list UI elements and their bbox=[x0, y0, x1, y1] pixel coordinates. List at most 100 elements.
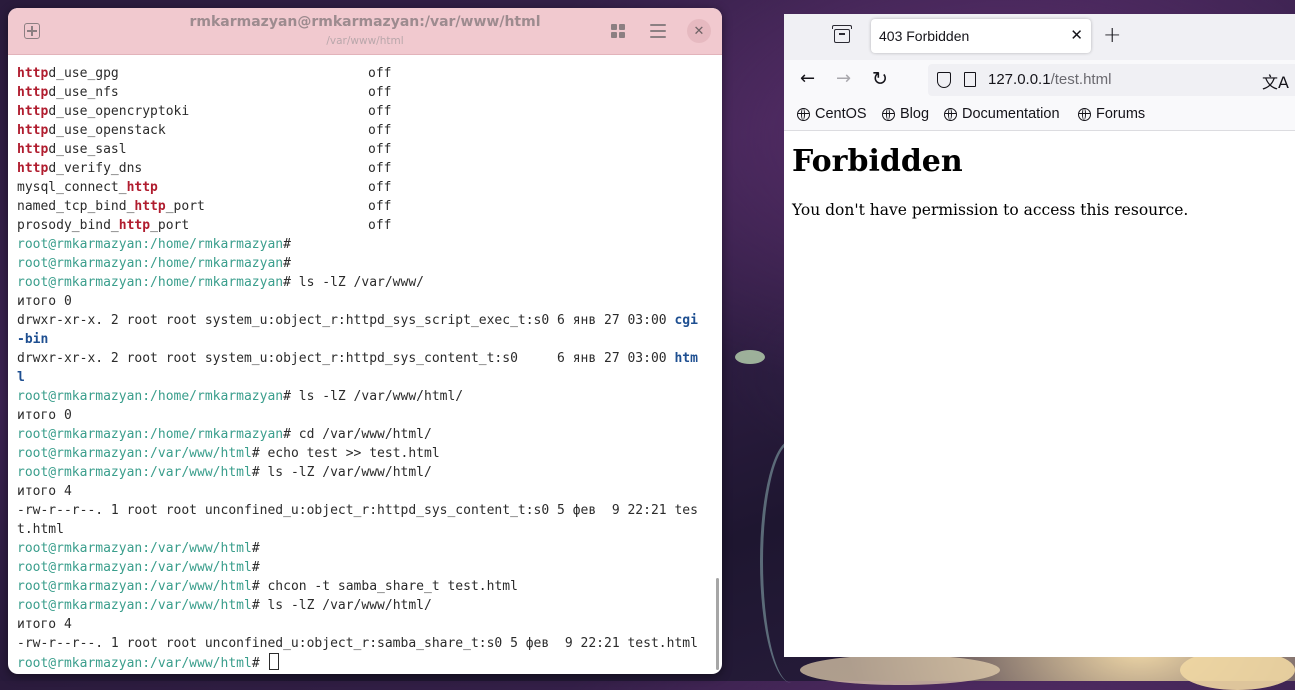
new-tab-plus-icon[interactable]: + bbox=[1103, 23, 1121, 49]
url-text[interactable]: 127.0.0.1/test.html bbox=[988, 71, 1111, 88]
shell-prompt: root@rmkarmazyan:/var/www/html bbox=[17, 560, 252, 575]
terminal-line: t.html bbox=[17, 520, 712, 539]
terminal-line: drwxr-xr-x. 2 root root system_u:object_… bbox=[17, 311, 712, 330]
globe-icon bbox=[1078, 107, 1091, 121]
terminal-text: # echo test >> test.html bbox=[251, 446, 440, 461]
shell-prompt: root@rmkarmazyan:/home/rmkarmazyan bbox=[17, 389, 284, 404]
close-icon[interactable]: ✕ bbox=[687, 19, 711, 43]
terminal-line: root@rmkarmazyan:/var/www/html# ls -lZ /… bbox=[17, 463, 712, 482]
navigation-bar: ← → ↻ 127.0.0.1/test.html 文A bbox=[784, 60, 1295, 100]
terminal-line: root@rmkarmazyan:/var/www/html# echo tes… bbox=[17, 444, 712, 463]
terminal-line: mysql_connect_http off bbox=[17, 178, 712, 197]
browser-window[interactable]: 403 Forbidden ✕ + ← → ↻ 127.0.0.1/test.h… bbox=[784, 14, 1295, 657]
terminal-text: # ls -lZ /var/www/ bbox=[283, 275, 424, 290]
terminal-text: d_use_nfs bbox=[48, 85, 119, 100]
bookmark-documentation[interactable]: Documentation bbox=[944, 106, 1060, 122]
terminal-header[interactable]: rmkarmazyan@rmkarmazyan:/var/www/html /v… bbox=[8, 8, 722, 55]
boolean-state: off bbox=[368, 123, 392, 138]
back-arrow-icon[interactable]: ← bbox=[800, 68, 815, 90]
terminal-text: d_use_openstack bbox=[48, 123, 166, 138]
boolean-state: off bbox=[368, 161, 392, 176]
bookmark-blog[interactable]: Blog bbox=[882, 106, 929, 122]
terminal-line: httpd_use_nfs off bbox=[17, 83, 712, 102]
translate-icon[interactable]: 文A bbox=[1262, 69, 1289, 93]
shield-icon[interactable] bbox=[937, 72, 951, 88]
terminal-text: итого 4 bbox=[17, 484, 72, 499]
terminal-text: http bbox=[118, 218, 151, 233]
terminal-text: drwxr-xr-x. 2 root root system_u:object_… bbox=[17, 351, 675, 366]
terminal-text: -rw-r--r--. 1 root root unconfined_u:obj… bbox=[17, 636, 698, 651]
reload-icon[interactable]: ↻ bbox=[872, 68, 888, 90]
tab-close-icon[interactable]: ✕ bbox=[1070, 26, 1083, 44]
terminal-text: d_use_sasl bbox=[48, 142, 127, 157]
terminal-text: http bbox=[126, 180, 158, 195]
globe-icon bbox=[944, 107, 957, 121]
tab-active[interactable]: 403 Forbidden ✕ bbox=[871, 19, 1091, 53]
tab-bar: 403 Forbidden ✕ + bbox=[784, 14, 1295, 60]
boolean-state: off bbox=[368, 180, 392, 195]
boolean-state: off bbox=[368, 218, 392, 233]
terminal-line: l bbox=[17, 368, 712, 387]
page-info-icon[interactable] bbox=[964, 72, 976, 87]
overview-grid-icon[interactable] bbox=[606, 19, 630, 43]
terminal-text: # bbox=[283, 256, 291, 271]
terminal-text: http bbox=[17, 85, 49, 100]
bookmark-forums[interactable]: Forums bbox=[1078, 106, 1145, 122]
shell-prompt: root@rmkarmazyan:/var/www/html bbox=[17, 541, 252, 556]
page-message: You don't have permission to access this… bbox=[792, 201, 1189, 219]
terminal-text: # ls -lZ /var/www/html/ bbox=[251, 465, 432, 480]
terminal-output[interactable]: httpd_use_gpg off httpd_use_nfs off httpd_us… bbox=[17, 64, 712, 674]
hamburger-menu-icon[interactable] bbox=[646, 19, 670, 43]
terminal-text: d_verify_dns bbox=[48, 161, 143, 176]
terminal-line: итого 0 bbox=[17, 406, 712, 425]
terminal-text: http bbox=[17, 142, 49, 157]
terminal-line: root@rmkarmazyan:/var/www/html# bbox=[17, 558, 712, 577]
url-bar[interactable]: 127.0.0.1/test.html 文A bbox=[928, 64, 1295, 96]
globe-icon bbox=[797, 107, 810, 121]
terminal-line: drwxr-xr-x. 2 root root system_u:object_… bbox=[17, 349, 712, 368]
terminal-text: # cd /var/www/html/ bbox=[283, 427, 432, 442]
terminal-window[interactable]: rmkarmazyan@rmkarmazyan:/var/www/html /v… bbox=[8, 8, 722, 674]
terminal-text: _port bbox=[165, 199, 205, 214]
shell-prompt: root@rmkarmazyan:/var/www/html bbox=[17, 465, 252, 480]
terminal-text: t.html bbox=[17, 522, 64, 537]
shell-prompt: root@rmkarmazyan:/var/www/html bbox=[17, 579, 252, 594]
terminal-text: _port bbox=[150, 218, 190, 233]
terminal-line: итого 4 bbox=[17, 615, 712, 634]
bookmark-centos[interactable]: CentOS bbox=[797, 106, 867, 122]
terminal-line: -bin bbox=[17, 330, 712, 349]
terminal-line: итого 0 bbox=[17, 292, 712, 311]
terminal-line: root@rmkarmazyan:/var/www/html# bbox=[17, 653, 712, 672]
terminal-cursor bbox=[269, 653, 280, 670]
page-content: Forbidden You don't have permission to a… bbox=[792, 130, 1295, 657]
forward-arrow-icon[interactable]: → bbox=[836, 68, 851, 90]
terminal-text: # ls -lZ /var/www/html/ bbox=[251, 598, 432, 613]
terminal-text: # bbox=[251, 560, 260, 575]
terminal-text: -rw-r--r--. 1 root root unconfined_u:obj… bbox=[17, 503, 698, 518]
terminal-line: root@rmkarmazyan:/var/www/html# chcon -t… bbox=[17, 577, 712, 596]
shell-prompt: root@rmkarmazyan:/var/www/html bbox=[17, 598, 252, 613]
terminal-line: root@rmkarmazyan:/var/www/html# ls -lZ /… bbox=[17, 596, 712, 615]
firefox-view-icon[interactable] bbox=[832, 25, 852, 45]
terminal-line: httpd_verify_dns off bbox=[17, 159, 712, 178]
terminal-line: named_tcp_bind_http_port off bbox=[17, 197, 712, 216]
terminal-text: d_use_opencryptoki bbox=[48, 104, 190, 119]
shell-prompt: root@rmkarmazyan:/home/rmkarmazyan bbox=[17, 256, 284, 271]
terminal-line: root@rmkarmazyan:/home/rmkarmazyan# bbox=[17, 235, 712, 254]
terminal-text: prosody_bind_ bbox=[17, 218, 119, 233]
terminal-text: итого 0 bbox=[17, 294, 72, 309]
terminal-line: итого 4 bbox=[17, 482, 712, 501]
terminal-line: httpd_use_sasl off bbox=[17, 140, 712, 159]
terminal-text: # ls -lZ /var/www/html/ bbox=[283, 389, 464, 404]
terminal-text: cgi bbox=[674, 313, 698, 328]
terminal-line: -rw-r--r--. 1 root root unconfined_u:obj… bbox=[17, 501, 712, 520]
terminal-line: -rw-r--r--. 1 root root unconfined_u:obj… bbox=[17, 634, 712, 653]
terminal-text: http bbox=[17, 123, 49, 138]
terminal-line: httpd_use_openstack off bbox=[17, 121, 712, 140]
terminal-text: http bbox=[134, 199, 166, 214]
boolean-state: off bbox=[368, 104, 392, 119]
terminal-scrollbar[interactable] bbox=[716, 578, 719, 670]
boolean-state: off bbox=[368, 142, 392, 157]
terminal-text: http bbox=[17, 66, 49, 81]
wallpaper-streak bbox=[735, 350, 765, 364]
